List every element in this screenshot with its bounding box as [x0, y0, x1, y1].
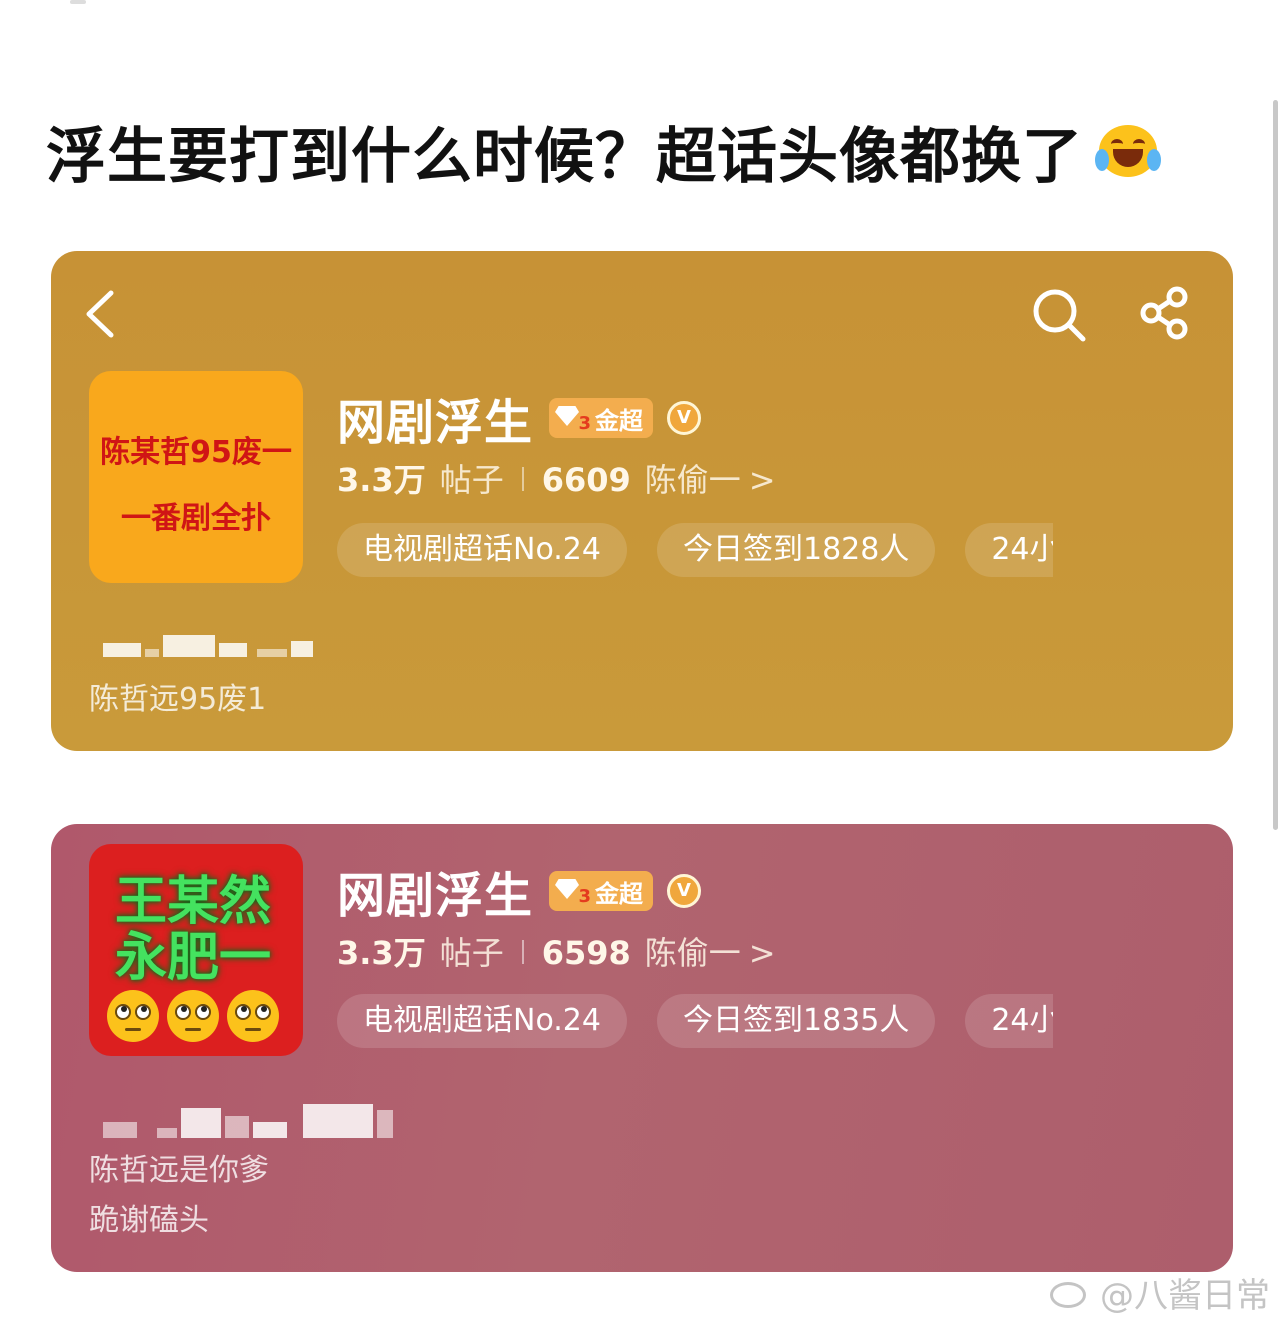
badge-label: 金超 — [595, 879, 644, 908]
posts-label: 帖子 — [439, 461, 504, 499]
chip-checkin[interactable]: 今日签到1828人 — [656, 523, 936, 577]
badge-label: 金超 — [595, 406, 644, 435]
chip-checkin[interactable]: 今日签到1835人 — [656, 994, 936, 1048]
pixelated-text — [103, 1104, 393, 1138]
avatar-text-line: 一番剧全扑 — [121, 501, 271, 536]
topic-header: 网剧浮生 3 金超 V — [337, 383, 702, 453]
supertopic-card-gold: 陈某哲95废一 一番剧全扑 网剧浮生 3 金超 V 3.3万 帖子 6609 陈… — [51, 251, 1233, 751]
stats-divider — [521, 940, 524, 964]
bio-line: 跪谢磕头 — [89, 1203, 209, 1238]
chip-24h[interactable]: 24小 — [965, 994, 1054, 1048]
chevron-right-icon: > — [748, 461, 776, 499]
diamond-icon: 3 — [549, 871, 595, 911]
fans-label: 陈偷一 — [644, 461, 741, 499]
topic-bio: 陈哲远是你爹 跪谢磕头 — [89, 1146, 269, 1246]
face-with-rolling-eyes-icon — [107, 990, 279, 1042]
verified-icon: V — [667, 401, 702, 435]
supertopic-card-rose: 王某然 永肥一 网剧浮生 3 金超 V 3.3万 帖子 6598 陈偷一 > 电… — [51, 824, 1233, 1272]
avatar-text-line: 永肥一 — [115, 928, 272, 988]
post-title-text: 浮生要打到什么时候？超话头像都换了 — [46, 122, 1083, 192]
topic-header: 网剧浮生 3 金超 V — [337, 856, 702, 926]
gold-super-badge[interactable]: 3 金超 — [549, 871, 654, 911]
bio-line: 陈哲远是你爹 — [89, 1153, 269, 1188]
post-title: 浮生要打到什么时候？超话头像都换了 — [46, 108, 1161, 195]
supertopic-avatar[interactable]: 陈某哲95废一 一番剧全扑 — [89, 371, 303, 583]
share-icon[interactable] — [1137, 285, 1193, 341]
chip-24h[interactable]: 24小 — [965, 523, 1054, 577]
avatar-text-line: 王某然 — [115, 872, 272, 932]
chip-rank[interactable]: 电视剧超话No.24 — [337, 994, 627, 1048]
watermark-text: @八酱日常 — [1100, 1276, 1270, 1316]
pixelated-text — [103, 635, 313, 657]
diamond-icon: 3 — [549, 398, 595, 438]
search-icon[interactable] — [1031, 287, 1087, 343]
topic-chips: 电视剧超话No.24 今日签到1828人 24小 — [337, 523, 1054, 577]
topic-chips: 电视剧超话No.24 今日签到1835人 24小 — [337, 994, 1054, 1048]
stats-divider — [521, 467, 524, 491]
topic-name: 网剧浮生 — [337, 868, 534, 924]
watermark: @八酱日常 — [1048, 1268, 1270, 1317]
topic-name: 网剧浮生 — [337, 395, 534, 451]
fans-count: 6598 — [541, 934, 631, 972]
topic-stats[interactable]: 3.3万 帖子 6598 陈偷一 > — [337, 928, 776, 974]
topic-stats[interactable]: 3.3万 帖子 6609 陈偷一 > — [337, 455, 776, 501]
page-scrollbar[interactable] — [1273, 100, 1278, 830]
avatar-text-line: 陈某哲95废一 — [100, 435, 292, 470]
chevron-left-icon[interactable] — [81, 287, 117, 341]
bio-line: 陈哲远95废1 — [89, 682, 267, 717]
laughing-with-tears-icon — [1095, 123, 1161, 181]
chip-rank[interactable]: 电视剧超话No.24 — [337, 523, 627, 577]
supertopic-avatar[interactable]: 王某然 永肥一 — [89, 844, 303, 1056]
fans-label: 陈偷一 — [644, 934, 741, 972]
posts-label: 帖子 — [439, 934, 504, 972]
weibo-logo-icon — [1048, 1276, 1094, 1310]
chevron-right-icon: > — [748, 934, 776, 972]
gold-super-badge[interactable]: 3 金超 — [549, 398, 654, 438]
top-edge-mark — [70, 0, 86, 4]
posts-count: 3.3万 — [337, 934, 426, 972]
posts-count: 3.3万 — [337, 461, 426, 499]
verified-icon: V — [667, 874, 702, 908]
fans-count: 6609 — [541, 461, 631, 499]
topic-bio: 陈哲远95废1 — [89, 675, 266, 725]
